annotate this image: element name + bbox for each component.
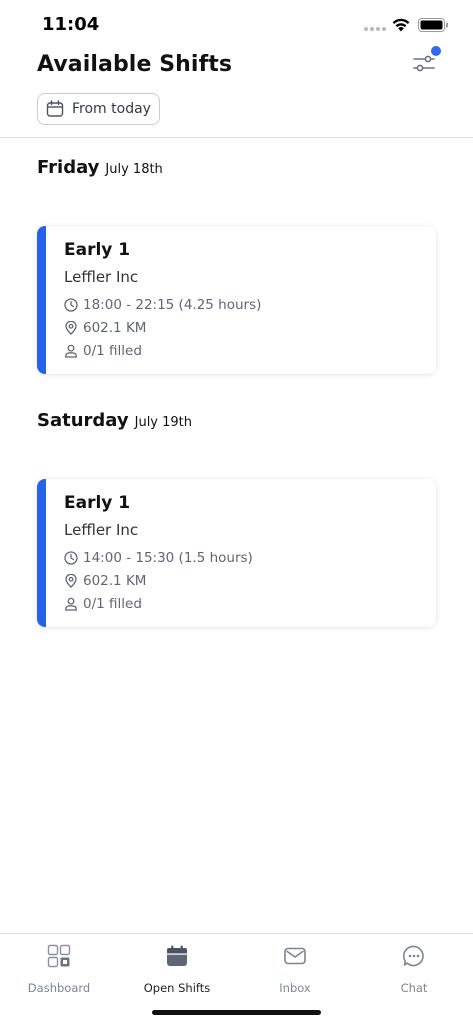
tab-dashboard[interactable]: Dashboard [0, 934, 118, 1004]
tab-label: Open Shifts [143, 981, 211, 995]
location-pin-icon [65, 321, 77, 335]
status-bar: 11:04 [0, 0, 473, 50]
shift-time: 18:00 - 22:15 (4.25 hours) [83, 297, 262, 313]
shift-card[interactable]: Early 1 Leffler Inc 18:00 - 22:15 (4.25 … [37, 226, 436, 374]
person-icon [65, 597, 77, 611]
tab-label: Dashboard [27, 981, 91, 995]
status-time: 11:04 [42, 14, 100, 35]
shift-filled-row: 0/1 filled [64, 343, 142, 359]
tab-label: Chat [400, 981, 428, 995]
location-pin-icon [65, 574, 77, 588]
day-heading: Friday July 18th [37, 157, 163, 178]
clock-icon [64, 298, 78, 312]
clock-icon [64, 551, 78, 565]
date-filter-label: From today [72, 101, 151, 117]
shift-time-row: 14:00 - 15:30 (1.5 hours) [64, 550, 253, 566]
filter-button[interactable] [408, 46, 444, 80]
home-indicator[interactable] [152, 1010, 321, 1015]
shift-distance-row: 602.1 KM [64, 573, 146, 589]
day-date: July 18th [105, 162, 163, 177]
card-accent-bar [37, 479, 46, 627]
shift-time: 14:00 - 15:30 (1.5 hours) [83, 550, 253, 566]
day-name: Friday [37, 157, 100, 178]
calendar-icon [167, 945, 187, 966]
day-name: Saturday [37, 410, 129, 431]
wifi-icon [392, 18, 410, 32]
shift-title: Early 1 [64, 493, 131, 513]
shift-distance-row: 602.1 KM [64, 320, 146, 336]
shift-time-row: 18:00 - 22:15 (4.25 hours) [64, 297, 261, 313]
cellular-signal-icon [364, 27, 386, 31]
shift-filled-row: 0/1 filled [64, 596, 142, 612]
shift-company: Leffler Inc [64, 521, 139, 539]
mail-icon [284, 947, 306, 965]
battery-icon [418, 18, 448, 32]
card-accent-bar [37, 226, 46, 374]
chat-bubble-icon [402, 945, 424, 967]
tab-bar: Dashboard Open Shifts Inbox Chat [0, 933, 473, 1024]
notification-dot [431, 46, 441, 56]
shift-company: Leffler Inc [64, 268, 139, 286]
person-icon [65, 344, 77, 358]
shift-filled: 0/1 filled [83, 343, 142, 359]
tab-label: Inbox [279, 981, 311, 995]
shift-distance: 602.1 KM [83, 320, 147, 336]
day-date: July 19th [134, 415, 193, 430]
date-filter-chip[interactable]: From today [37, 93, 160, 125]
calendar-icon [46, 100, 64, 117]
day-heading: Saturday July 19th [37, 410, 192, 431]
tab-open-shifts[interactable]: Open Shifts [118, 934, 236, 1004]
shift-card[interactable]: Early 1 Leffler Inc 14:00 - 15:30 (1.5 h… [37, 479, 436, 627]
dashboard-icon [47, 944, 71, 968]
shift-title: Early 1 [64, 240, 131, 260]
tab-chat[interactable]: Chat [355, 934, 473, 1004]
tab-inbox[interactable]: Inbox [236, 934, 354, 1004]
page-header: Available Shifts From today [0, 46, 473, 138]
page-title: Available Shifts [37, 52, 233, 77]
shift-distance: 602.1 KM [83, 573, 147, 589]
shift-filled: 0/1 filled [83, 596, 142, 612]
